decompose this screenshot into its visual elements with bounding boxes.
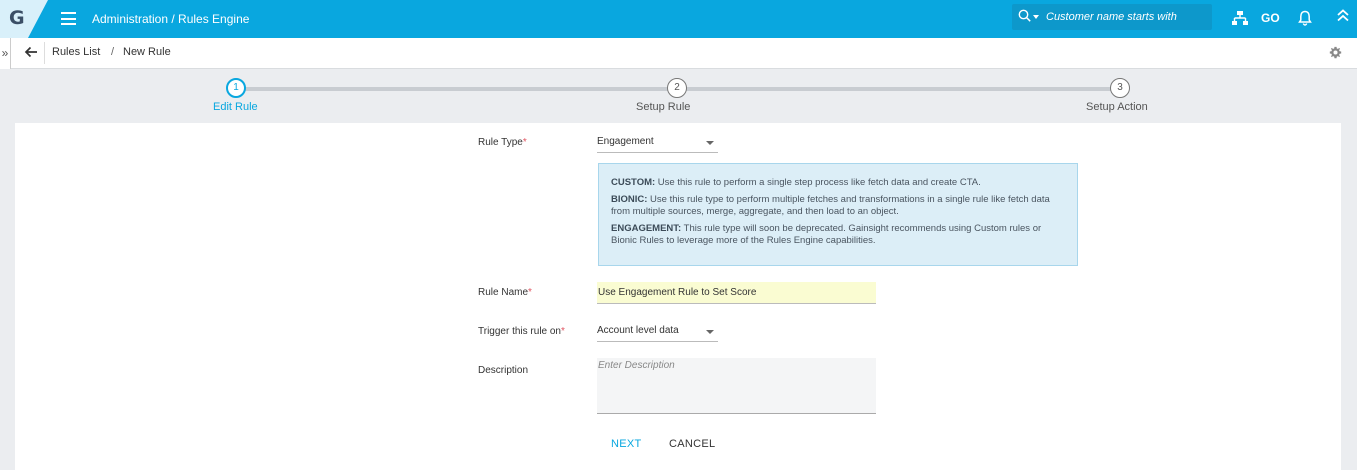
rule-name-label: Rule Name* xyxy=(478,287,532,298)
search-input[interactable]: Customer name starts with xyxy=(1046,11,1177,23)
required-mark: * xyxy=(522,137,527,148)
rule-name-input[interactable]: Use Engagement Rule to Set Score xyxy=(597,282,876,304)
info-custom-title: CUSTOM: xyxy=(611,177,656,188)
chevron-down-icon xyxy=(706,141,714,145)
description-textarea[interactable]: Enter Description xyxy=(597,358,876,414)
rule-type-value: Engagement xyxy=(597,136,654,147)
rule-type-select[interactable]: Engagement xyxy=(597,133,718,153)
required-mark: * xyxy=(528,287,532,298)
description-label: Description xyxy=(478,365,529,376)
customer-search[interactable]: Customer name starts with xyxy=(1012,4,1212,30)
bell-icon[interactable] xyxy=(1296,9,1314,27)
required-mark: * xyxy=(561,326,565,337)
cancel-button[interactable]: CANCEL xyxy=(669,438,715,450)
rule-type-info-box: CUSTOM: Use this rule to perform a singl… xyxy=(598,163,1078,266)
step-1-label[interactable]: Edit Rule xyxy=(213,101,258,113)
step-2-indicator[interactable]: 2 xyxy=(667,78,687,98)
gear-icon[interactable] xyxy=(1329,46,1342,59)
next-button[interactable]: NEXT xyxy=(611,438,642,450)
breadcrumb-rules-list[interactable]: Rules List xyxy=(52,46,100,58)
step-3-label[interactable]: Setup Action xyxy=(1086,101,1148,113)
trigger-select[interactable]: Account level data xyxy=(597,322,718,342)
info-bionic-title: BIONIC: xyxy=(611,194,648,205)
breadcrumb-new-rule: New Rule xyxy=(123,46,171,58)
rule-type-label: Rule Type* xyxy=(478,137,527,148)
trigger-value: Account level data xyxy=(597,325,679,336)
search-dropdown-caret-icon[interactable] xyxy=(1033,15,1039,19)
trigger-label: Trigger this rule on* xyxy=(478,326,565,337)
info-engagement-title: ENGAGEMENT: xyxy=(611,223,682,234)
hierarchy-icon[interactable] xyxy=(1231,9,1249,27)
logo-letter: G xyxy=(9,7,25,29)
logo-edge-decoration xyxy=(28,0,48,38)
app-logo[interactable]: G xyxy=(0,0,48,38)
go-button[interactable]: GO xyxy=(1261,11,1280,25)
divider xyxy=(44,42,45,64)
page-title: Administration / Rules Engine xyxy=(92,12,250,26)
back-arrow-icon[interactable] xyxy=(24,45,38,59)
expand-sidebar-icon[interactable]: » xyxy=(0,38,11,69)
collapse-up-icon[interactable] xyxy=(1334,7,1352,25)
breadcrumb-separator: / xyxy=(111,46,115,58)
step-3-indicator[interactable]: 3 xyxy=(1110,78,1130,98)
info-bionic-text: Use this rule type to perform multiple f… xyxy=(611,194,1050,217)
search-icon[interactable] xyxy=(1018,9,1031,22)
chevron-down-icon xyxy=(706,330,714,334)
breadcrumb-bar xyxy=(0,38,1357,69)
step-2-label[interactable]: Setup Rule xyxy=(636,101,690,113)
info-custom-text: Use this rule to perform a single step p… xyxy=(655,177,981,188)
menu-icon[interactable] xyxy=(61,12,76,25)
step-1-indicator[interactable]: 1 xyxy=(226,78,246,98)
